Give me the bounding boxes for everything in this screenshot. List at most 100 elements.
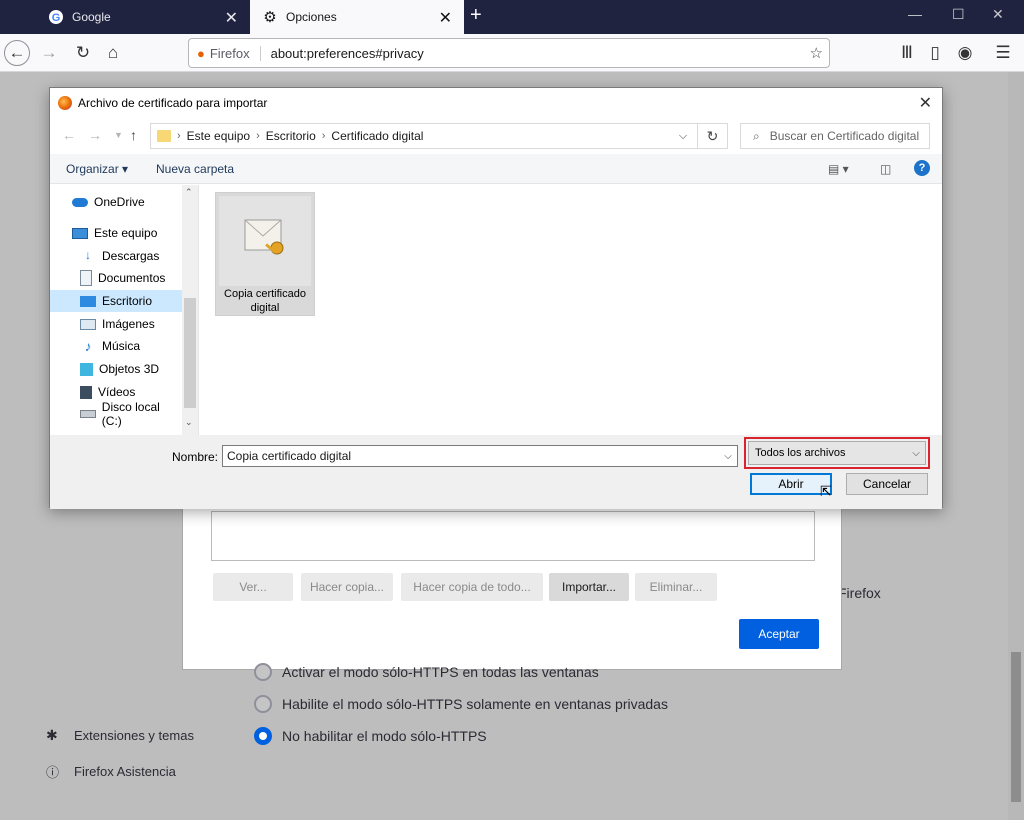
page-scrollbar-thumb[interactable] [1011,652,1021,802]
https-option-all[interactable]: Activar el modo sólo-HTTPS en todas las … [254,663,599,681]
nav-item-onedrive[interactable]: OneDrive [50,191,182,213]
navigation-pane: OneDrive Este equipo ↓ Descargas Documen… [50,185,198,435]
minimize-icon[interactable]: — [908,6,922,22]
forward-icon[interactable]: → [36,40,62,66]
nav-item-musica[interactable]: ♪ Música [50,335,182,357]
account-icon[interactable]: ◉ [952,40,978,66]
chevron-down-icon[interactable]: ⌄ [185,417,193,428]
chevron-right-icon: › [256,130,260,142]
cancel-button[interactable]: Cancelar [846,473,928,495]
nav-item-objetos-3d[interactable]: Objetos 3D [50,358,182,380]
menu-icon[interactable]: ☰ [990,40,1016,66]
file-name-label: Copia certificado digital [224,288,306,314]
url-bar[interactable]: ● Firefox about:preferences#privacy ☆ [188,38,830,68]
radio-button[interactable] [254,663,272,681]
certificate-manager-dialog: Ver... Hacer copia... Hacer copia de tod… [182,500,842,670]
https-option-private[interactable]: Habilite el modo sólo-HTTPS solamente en… [254,695,668,713]
chevron-down-icon[interactable]: ▼ [114,130,123,140]
close-window-icon[interactable]: ✕ [992,6,1004,23]
file-type-select[interactable]: Todos los archivos [748,441,926,465]
search-box[interactable]: ⌕ Buscar en Certificado digital [740,123,930,149]
breadcrumb-certificado[interactable]: Certificado digital [331,129,423,143]
chevron-right-icon: › [177,130,181,142]
accept-button[interactable]: Aceptar [739,619,819,649]
dialog-footer: Nombre: Copia certificado digital ⌵ Todo… [50,435,942,509]
new-folder-button[interactable]: Nueva carpeta [156,162,234,176]
navigation-scrollbar-thumb[interactable] [184,298,196,408]
close-tab-icon[interactable]: ✕ [439,8,452,28]
file-name-input[interactable]: Copia certificado digital [222,445,738,467]
firefox-identity: ● Firefox [197,45,261,61]
address-breadcrumb[interactable]: › Este equipo › Escritorio › Certificado… [150,123,698,149]
nav-item-disco-local[interactable]: Disco local (C:) [50,400,182,428]
nav-item-imagenes[interactable]: Imágenes [50,313,182,335]
up-folder-icon[interactable]: ↑ [130,127,137,143]
backup-all-button[interactable]: Hacer copia de todo... [401,573,543,601]
name-label: Nombre: [172,450,219,464]
bookmark-star-icon[interactable]: ☆ [810,44,823,62]
view-button[interactable]: Ver... [213,573,293,601]
puzzle-icon: ✱ [46,727,58,743]
search-icon: ⌕ [753,128,760,143]
nav-item-este-equipo[interactable]: Este equipo [50,222,182,244]
gear-icon: ⚙ [263,9,277,26]
chevron-down-icon[interactable]: ⌵ [670,123,696,149]
nav-item-documentos[interactable]: Documentos [50,267,182,289]
mouse-cursor-icon: ⇱ [820,483,832,499]
chevron-up-icon[interactable]: ⌃ [185,187,193,198]
navigation-bar: ← → ↻ ⌂ ● Firefox about:preferences#priva… [0,34,1024,72]
refresh-icon[interactable]: ↻ [698,123,728,149]
forward-icon[interactable]: → [88,127,102,143]
firefox-icon [58,96,72,110]
file-item[interactable]: Copia certificado digital [215,192,315,316]
view-options-icon[interactable]: ▤ ▾ [828,162,849,176]
firefox-text-fragment: Firefox [838,585,881,601]
pictures-icon [80,318,96,330]
breadcrumb-escritorio[interactable]: Escritorio [266,129,316,143]
drive-icon [80,410,96,418]
sidebar-item-extensions[interactable]: ✱ Extensiones y temas [46,727,194,744]
onedrive-icon [72,197,88,207]
radio-button-selected[interactable] [254,727,272,745]
close-dialog-icon[interactable]: ✕ [919,93,932,113]
delete-button[interactable]: Eliminar... [635,573,717,601]
maximize-icon[interactable]: ☐ [952,6,965,23]
close-tab-icon[interactable]: ✕ [225,8,238,28]
desktop-icon [80,295,96,307]
backup-button[interactable]: Hacer copia... [301,573,393,601]
music-icon: ♪ [84,338,92,354]
sidebar-icon[interactable]: ▯ [922,40,948,66]
nav-item-escritorio[interactable]: Escritorio [50,290,182,312]
certificate-file-icon [219,196,311,286]
documents-icon [80,270,92,286]
back-icon[interactable]: ← [4,40,30,66]
back-icon[interactable]: ← [62,127,76,143]
import-button[interactable]: Importar... [549,573,629,601]
breadcrumb-este-equipo[interactable]: Este equipo [187,129,250,143]
url-text: about:preferences#privacy [270,45,424,61]
nav-item-descargas[interactable]: ↓ Descargas [50,245,182,267]
computer-icon [72,227,88,239]
dialog-toolbar: Organizar ▾ Nueva carpeta ▤ ▾ ◫ ? [50,154,942,184]
https-option-disabled[interactable]: No habilitar el modo sólo-HTTPS [254,727,487,745]
tab-label: Google [72,10,111,24]
radio-button[interactable] [254,695,272,713]
preview-pane-icon[interactable]: ◫ [880,162,891,176]
tab-google[interactable]: G Google ✕ [36,0,250,34]
help-icon[interactable]: ? [914,160,930,176]
home-icon[interactable]: ⌂ [100,40,126,66]
chevron-down-icon[interactable]: ⌵ [906,441,926,465]
certificate-list[interactable] [211,511,815,561]
sidebar-item-support[interactable]: ⓘ Firefox Asistencia [46,762,176,781]
chevron-right-icon: › [321,130,326,142]
library-icon[interactable]: Ⅲ [894,40,920,66]
file-open-dialog: Archivo de certificado para importar ✕ ←… [49,87,943,509]
download-icon: ↓ [85,248,91,262]
organize-button[interactable]: Organizar ▾ [66,162,128,176]
reload-icon[interactable]: ↻ [70,40,96,66]
tab-label: Opciones [286,10,337,24]
tab-opciones[interactable]: ⚙ Opciones ✕ [250,0,464,34]
chevron-down-icon[interactable]: ⌵ [718,445,738,467]
new-tab-button[interactable]: + [470,4,482,27]
videos-icon [80,385,92,399]
